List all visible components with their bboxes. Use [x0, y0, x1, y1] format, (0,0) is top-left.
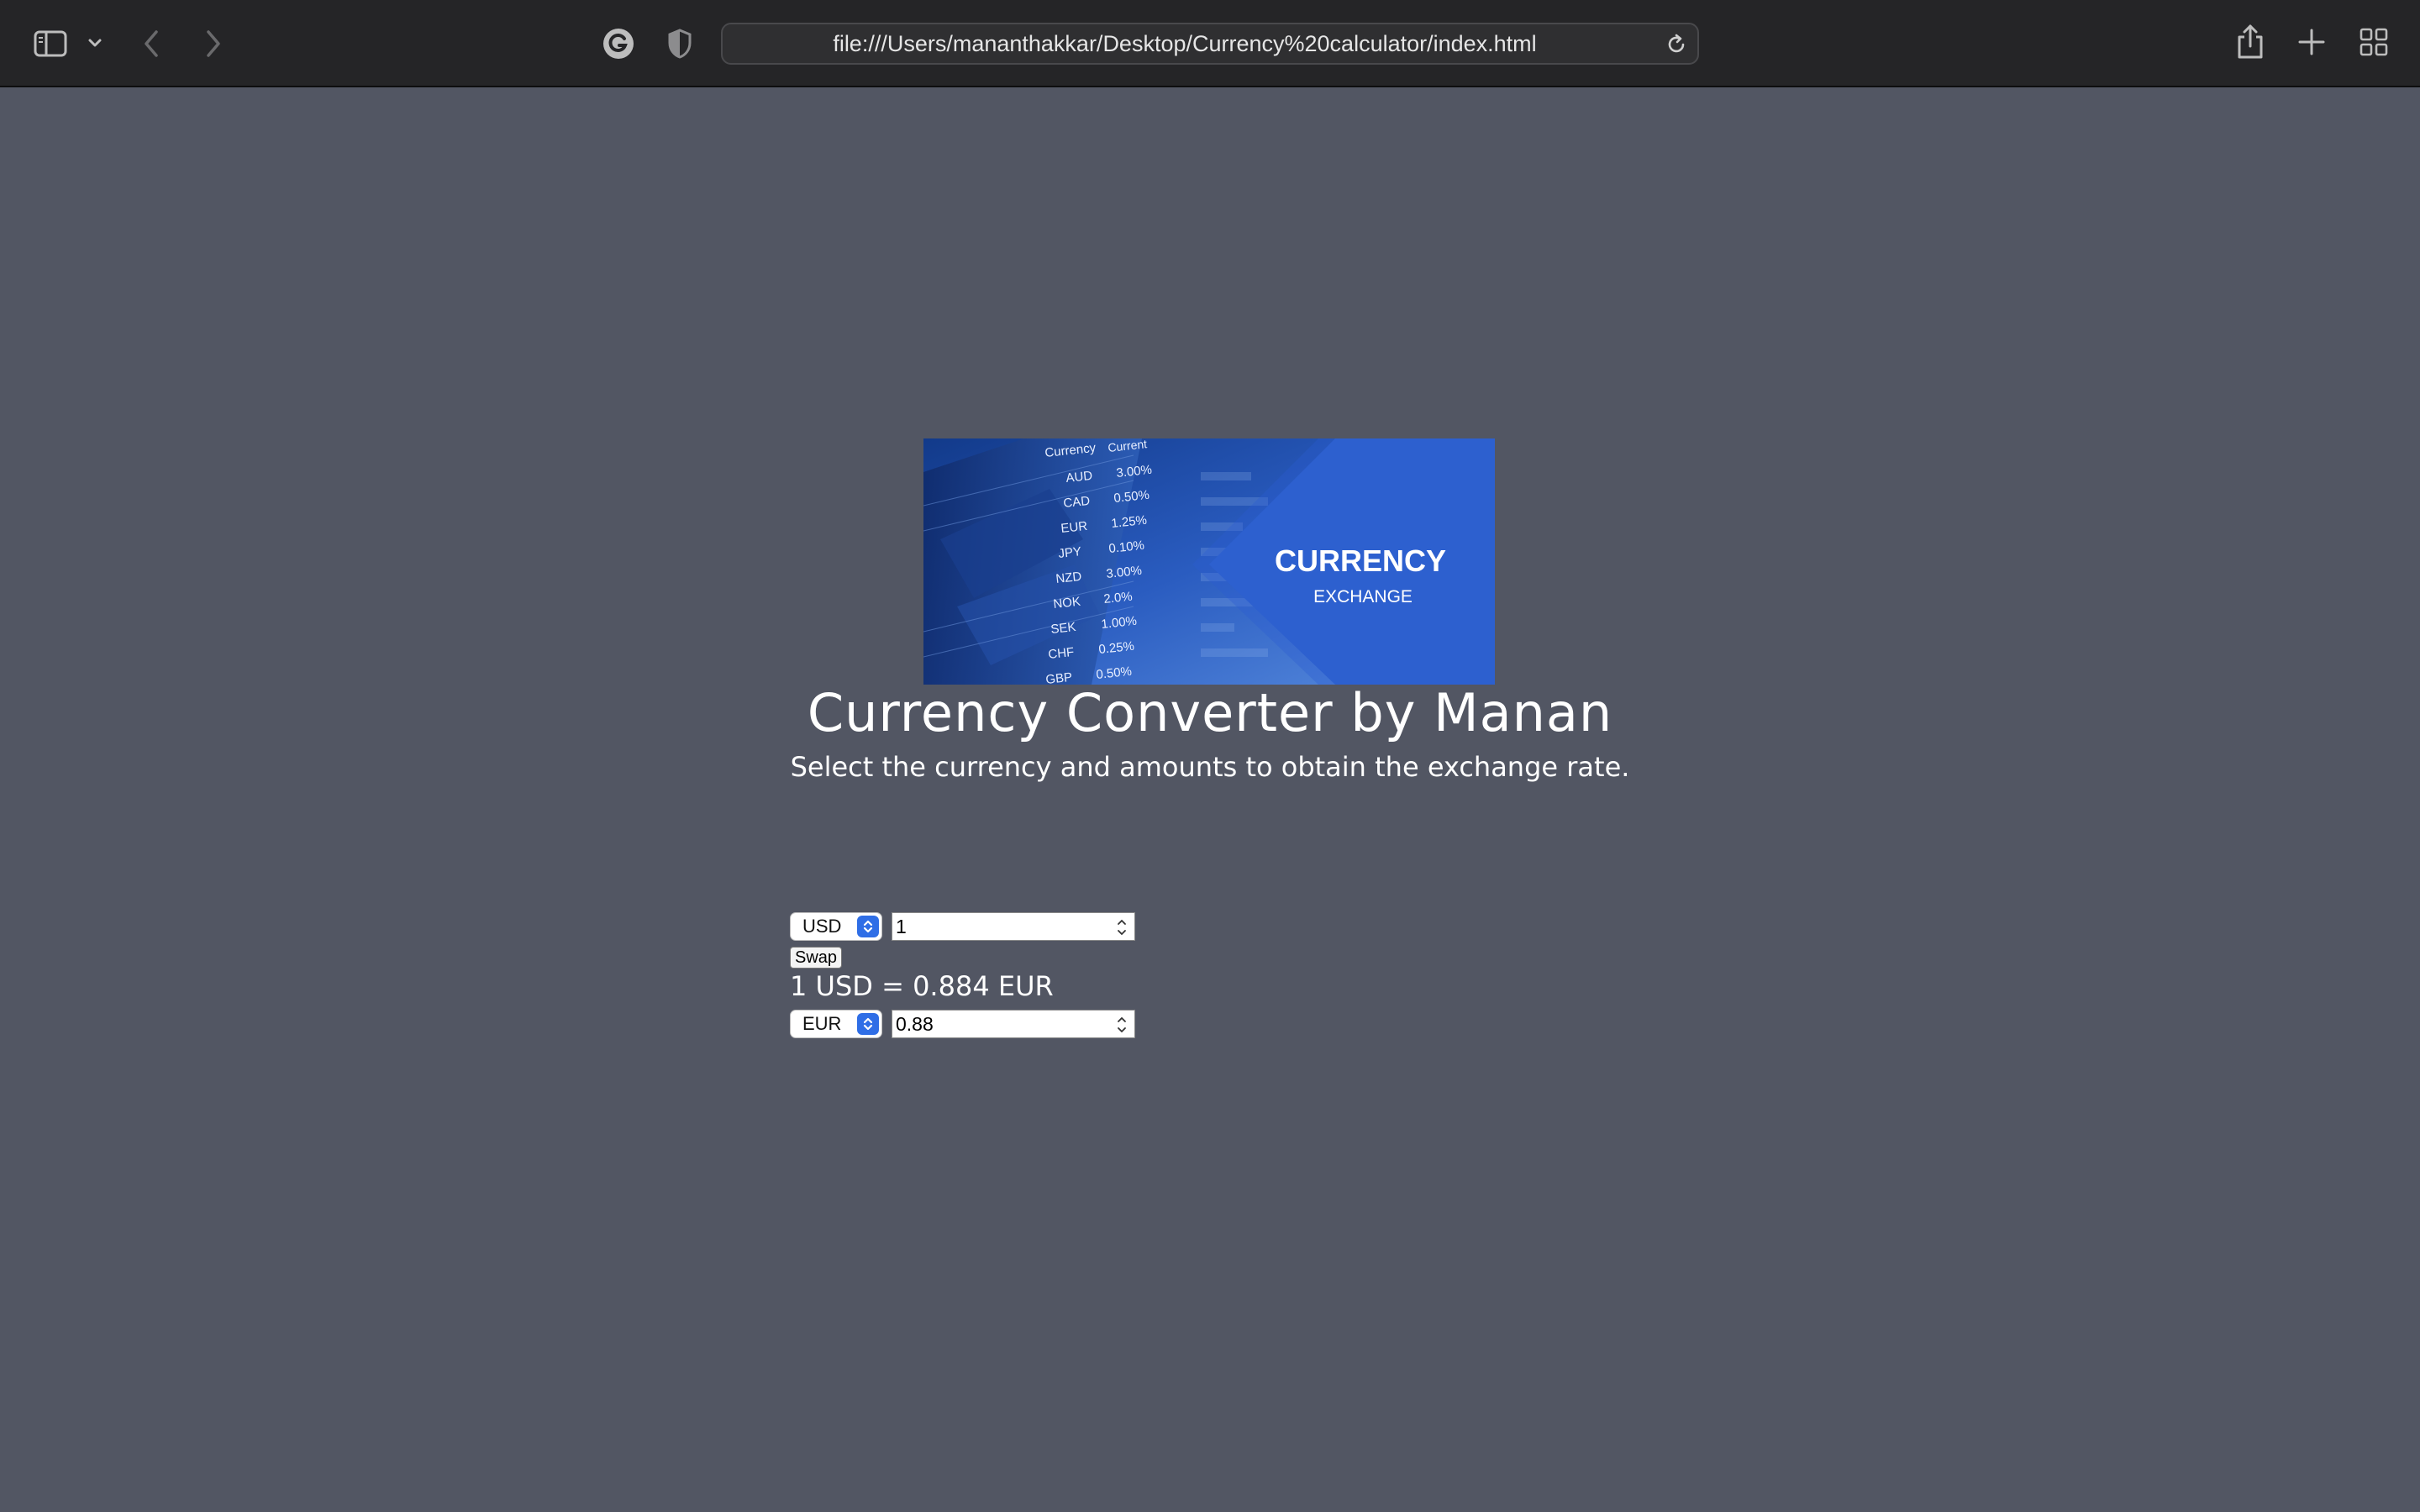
- chevron-right-icon[interactable]: [202, 29, 224, 59]
- banner-row-code: NOK: [1053, 595, 1081, 612]
- from-amount-input[interactable]: 1: [892, 912, 1135, 941]
- banner-row-code: AUD: [1065, 469, 1093, 486]
- web-page: [0, 89, 2420, 1512]
- from-currency-select[interactable]: USD: [790, 912, 882, 941]
- stepper-icon[interactable]: [1116, 916, 1128, 938]
- plus-icon[interactable]: [2296, 27, 2327, 57]
- chevron-left-icon[interactable]: [141, 29, 163, 59]
- grammarly-icon[interactable]: [602, 27, 635, 60]
- banner-row-code: EUR: [1060, 519, 1088, 536]
- page-title: Currency Converter by Manan: [807, 682, 1613, 743]
- browser-toolbar: file:///Users/mananthakkar/Desktop/Curre…: [0, 0, 2420, 87]
- address-bar[interactable]: file:///Users/mananthakkar/Desktop/Curre…: [721, 23, 1699, 65]
- url-text[interactable]: file:///Users/mananthakkar/Desktop/Curre…: [723, 24, 1647, 63]
- banner-row-code: NZD: [1055, 570, 1083, 586]
- share-icon[interactable]: [2235, 24, 2265, 60]
- currency-exchange-banner: Currency Current AUD 3.00% CAD 0.50% EUR 1.25…: [923, 438, 1495, 685]
- to-amount-input[interactable]: 0.88: [892, 1010, 1135, 1038]
- from-currency-value: USD: [802, 916, 842, 937]
- chevron-down-icon[interactable]: [87, 37, 103, 49]
- page-subtitle: Select the currency and amounts to obtai…: [790, 751, 1630, 783]
- select-arrows-icon: [857, 916, 879, 937]
- to-amount-value: 0.88: [896, 1012, 934, 1035]
- banner-row-code: CAD: [1063, 494, 1091, 511]
- stepper-icon[interactable]: [1116, 1014, 1128, 1036]
- sidebar-icon[interactable]: [34, 30, 67, 57]
- shield-icon[interactable]: [667, 28, 692, 60]
- swap-button[interactable]: Swap: [790, 947, 842, 969]
- banner-row-value: 2.0%: [1103, 589, 1134, 606]
- banner-subtitle: EXCHANGE: [1313, 587, 1413, 606]
- to-currency-value: EUR: [802, 1013, 842, 1034]
- exchange-rate-text: 1 USD = 0.884 EUR: [790, 970, 1054, 1002]
- to-currency-select[interactable]: EUR: [790, 1010, 882, 1038]
- from-amount-value: 1: [896, 915, 907, 937]
- select-arrows-icon: [857, 1013, 879, 1035]
- banner-row-code: JPY: [1058, 544, 1082, 561]
- banner-graphic: Currency Current AUD 3.00%CAD 0.50%EUR 1.25…: [923, 438, 1495, 685]
- banner-title: CURRENCY: [1275, 543, 1446, 578]
- grid-icon[interactable]: [2360, 28, 2388, 56]
- banner-row-code: CHF: [1048, 645, 1075, 662]
- reload-icon[interactable]: [1665, 34, 1687, 55]
- banner-row-code: SEK: [1050, 620, 1077, 637]
